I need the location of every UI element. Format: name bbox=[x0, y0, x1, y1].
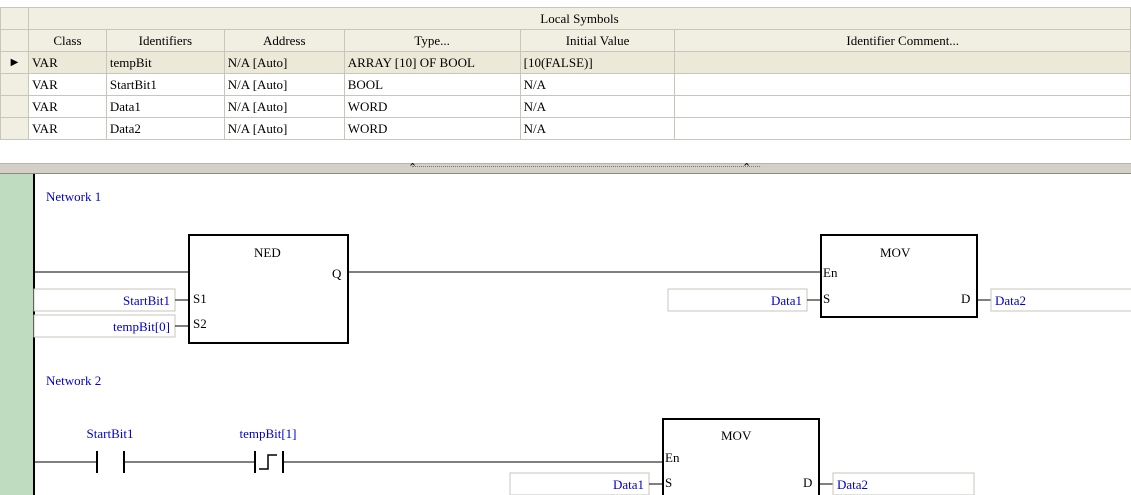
mov-d-pin: D bbox=[803, 475, 812, 490]
cell-identifier[interactable]: Data2 bbox=[105, 117, 225, 140]
cell-type[interactable]: BOOL bbox=[343, 73, 521, 96]
row-header bbox=[0, 95, 29, 118]
column-header-type[interactable]: Type... bbox=[343, 29, 521, 52]
mov-src-operand[interactable]: Data1 bbox=[771, 293, 802, 308]
cell-initial-value[interactable]: N/A bbox=[519, 73, 676, 96]
mov-en-pin: En bbox=[823, 265, 838, 280]
table-row[interactable]: VAR Data2 N/A [Auto] WORD N/A bbox=[0, 117, 1131, 140]
cell-identifier[interactable]: tempBit bbox=[105, 51, 225, 74]
mov-src-operand[interactable]: Data1 bbox=[613, 477, 644, 492]
chevron-up-icon[interactable]: ⌃ bbox=[408, 161, 417, 174]
ned-arg-s2[interactable]: tempBit[0] bbox=[113, 319, 170, 334]
pane-splitter[interactable]: ⌃ ⌃ bbox=[0, 161, 1131, 174]
mov-block-name: MOV bbox=[721, 428, 752, 443]
row-header bbox=[0, 73, 29, 96]
mov-dst-operand[interactable]: Data2 bbox=[837, 477, 868, 492]
ned-input-pin-s2: S2 bbox=[193, 316, 207, 331]
ladder-canvas[interactable]: Network 1 NED Q S1 S2 StartBit1 tempBit[… bbox=[0, 174, 1131, 495]
row-header bbox=[0, 117, 29, 140]
cell-initial-value[interactable]: N/A bbox=[519, 117, 676, 140]
cell-type[interactable]: WORD bbox=[343, 95, 521, 118]
cell-class[interactable]: VAR bbox=[27, 51, 107, 74]
mov-s-pin: S bbox=[823, 291, 830, 306]
table-row[interactable]: VAR StartBit1 N/A [Auto] BOOL N/A bbox=[0, 73, 1131, 96]
cell-class[interactable]: VAR bbox=[27, 95, 107, 118]
cell-initial-value[interactable]: N/A bbox=[519, 95, 676, 118]
mov-en-pin: En bbox=[665, 450, 680, 465]
corner-cell bbox=[0, 29, 29, 52]
table-row[interactable]: VAR Data1 N/A [Auto] WORD N/A bbox=[0, 95, 1131, 118]
section-title: Local Symbols bbox=[27, 7, 1131, 30]
column-header-class[interactable]: Class bbox=[27, 29, 107, 52]
contact1-label[interactable]: StartBit1 bbox=[87, 426, 134, 441]
network1-title: Network 1 bbox=[46, 189, 101, 204]
cell-address[interactable]: N/A [Auto] bbox=[223, 95, 345, 118]
local-symbols-table: Local Symbols Class Identifiers Address … bbox=[0, 7, 1131, 163]
column-header-initial-value[interactable]: Initial Value bbox=[519, 29, 676, 52]
column-header-identifier-comment[interactable]: Identifier Comment... bbox=[674, 29, 1131, 52]
mov-dst-operand[interactable]: Data2 bbox=[995, 293, 1026, 308]
cell-identifier[interactable]: Data1 bbox=[105, 95, 225, 118]
cell-class[interactable]: VAR bbox=[27, 73, 107, 96]
ned-input-pin-s1: S1 bbox=[193, 291, 207, 306]
cell-comment[interactable] bbox=[674, 117, 1131, 140]
column-header-address[interactable]: Address bbox=[223, 29, 345, 52]
splitter-grip[interactable] bbox=[412, 166, 760, 172]
ned-output-pin: Q bbox=[332, 266, 342, 281]
network2-title: Network 2 bbox=[46, 373, 101, 388]
column-header-identifiers[interactable]: Identifiers bbox=[105, 29, 225, 52]
cell-address[interactable]: N/A [Auto] bbox=[223, 117, 345, 140]
mov-block-name: MOV bbox=[880, 245, 911, 260]
cell-type[interactable]: ARRAY [10] OF BOOL bbox=[343, 51, 521, 74]
cell-comment[interactable] bbox=[674, 73, 1131, 96]
corner-cell bbox=[0, 7, 29, 30]
chevron-up-icon[interactable]: ⌃ bbox=[742, 161, 751, 174]
cell-class[interactable]: VAR bbox=[27, 117, 107, 140]
clipped-top-strip bbox=[0, 0, 1131, 7]
power-rail bbox=[0, 174, 34, 495]
cell-address[interactable]: N/A [Auto] bbox=[223, 51, 345, 74]
normally-open-contact-icon[interactable] bbox=[96, 451, 125, 473]
cell-type[interactable]: WORD bbox=[343, 117, 521, 140]
ned-arg-s1[interactable]: StartBit1 bbox=[123, 293, 170, 308]
current-row-marker-icon: ▶ bbox=[0, 51, 29, 74]
cell-initial-value[interactable]: [10(FALSE)] bbox=[519, 51, 676, 74]
mov-d-pin: D bbox=[961, 291, 970, 306]
cell-address[interactable]: N/A [Auto] bbox=[223, 73, 345, 96]
table-row[interactable]: ▶ VAR tempBit N/A [Auto] ARRAY [10] OF B… bbox=[0, 51, 1131, 74]
ned-block-name: NED bbox=[254, 245, 281, 260]
rising-edge-contact-icon[interactable] bbox=[254, 451, 284, 473]
mov-s-pin: S bbox=[665, 475, 672, 490]
contact2-label[interactable]: tempBit[1] bbox=[239, 426, 296, 441]
ladder-editor[interactable]: Network 1 NED Q S1 S2 StartBit1 tempBit[… bbox=[0, 174, 1131, 495]
cell-identifier[interactable]: StartBit1 bbox=[105, 73, 225, 96]
cell-comment[interactable] bbox=[674, 95, 1131, 118]
cell-comment[interactable] bbox=[674, 51, 1131, 74]
